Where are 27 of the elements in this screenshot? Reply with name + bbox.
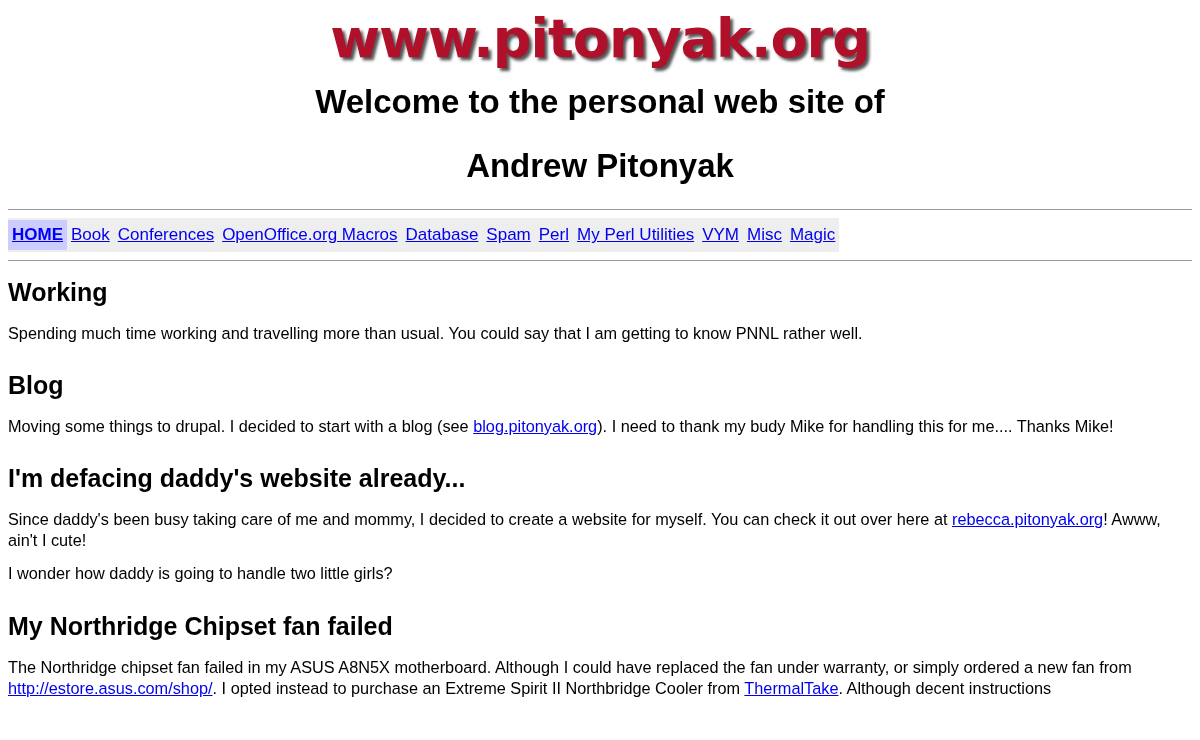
paragraph: The Northridge chipset fan failed in my ASUS A8N5X motherboard. Although I could have replaced the fan under warranty, or simply ordered a new fan from http://estore.asus.com/shop/. I opted instead to purchase an Extreme Spirit II Northbridge Cooler from ThermalTake. Although decent instructions xyxy=(8,656,1133,699)
nav-link[interactable]: Magic xyxy=(785,220,840,250)
page-title: Welcome to the personal web site of xyxy=(315,82,885,122)
page-title: Andrew Pitonyak xyxy=(466,145,734,186)
nav-link[interactable]: Spam xyxy=(482,220,535,250)
paragraph: Since daddy's been busy taking care of me and mommy, I decided to create a website for myself. You can check it out over here at rebecca.pitonyak.org! Awww, ain't I cute! xyxy=(8,509,1162,552)
nav-link[interactable]: Book xyxy=(67,220,114,250)
nav-link[interactable]: Database xyxy=(401,220,483,250)
section-heading: Blog xyxy=(8,369,65,400)
paragraph: Spending much time working and travelling more than usual. You could say that I am getting to know PNNL rather well. xyxy=(8,322,864,344)
nav-link[interactable]: My Perl Utilities xyxy=(573,220,699,250)
nav-link[interactable]: Conferences xyxy=(113,220,219,250)
nav-link[interactable]: OpenOffice.org Macros xyxy=(218,220,402,250)
nav-link[interactable]: Misc xyxy=(743,220,786,250)
section-heading: Working xyxy=(8,276,109,307)
section-heading: My Northridge Chipset fan failed xyxy=(8,610,394,641)
text-link[interactable]: http://estore.asus.com/shop/ xyxy=(8,678,213,697)
nav-link[interactable]: HOME xyxy=(8,220,67,250)
text-link[interactable]: ThermalTake xyxy=(744,678,839,697)
text-link[interactable]: rebecca.pitonyak.org xyxy=(952,510,1104,529)
text-link[interactable]: blog.pitonyak.org xyxy=(473,416,598,435)
site-logo: www.pitonyak.org xyxy=(330,12,870,66)
nav-link[interactable]: Perl xyxy=(534,220,573,250)
section-heading: I'm defacing daddy's website already... xyxy=(8,463,467,494)
paragraph: I wonder how daddy is going to handle two little girls? xyxy=(8,563,394,585)
nav-link[interactable]: VYM xyxy=(698,220,743,250)
paragraph: Moving some things to drupal. I decided to start with a blog (see blog.pitonyak.org). I need to thank my budy Mike for handling this for me.... Thanks Mike! xyxy=(8,415,1115,437)
